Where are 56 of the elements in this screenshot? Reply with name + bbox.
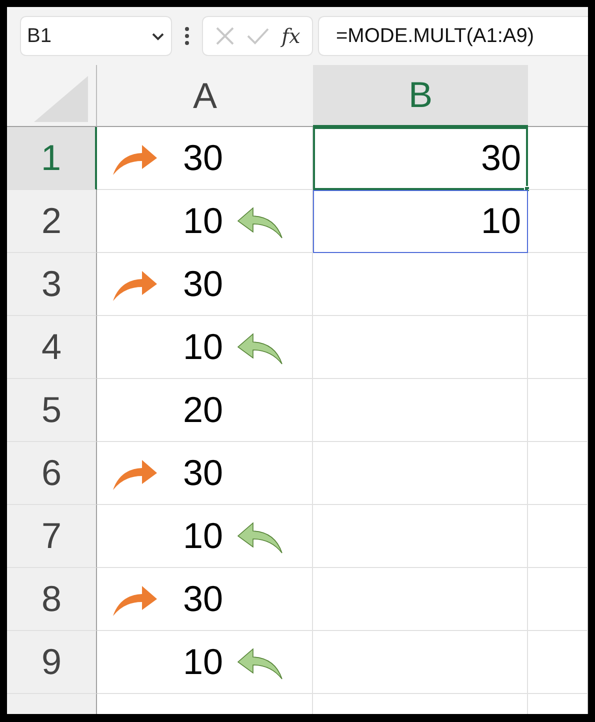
row-header[interactable]: 7 (7, 505, 97, 568)
table-cell[interactable] (528, 379, 588, 442)
select-all-button[interactable] (7, 65, 97, 127)
formula-field[interactable]: =MODE.MULT(A1:A9) (318, 16, 588, 56)
name-box[interactable]: B1 (20, 16, 172, 56)
cell-value: 10 (183, 203, 224, 239)
row-header[interactable]: 4 (7, 316, 97, 379)
table-cell[interactable] (528, 442, 588, 505)
table-cell[interactable] (528, 568, 588, 631)
table-cell[interactable] (528, 505, 588, 568)
cell-value: 30 (183, 140, 224, 176)
row-header[interactable]: 8 (7, 568, 97, 631)
table-cell[interactable] (313, 568, 528, 631)
cell-value: 30 (183, 581, 224, 617)
table-cell[interactable]: 10 (97, 316, 313, 379)
column-header[interactable]: A (97, 65, 313, 127)
table-cell[interactable]: 30 (97, 442, 313, 505)
table-cell[interactable] (313, 316, 528, 379)
cell-value: 10 (183, 644, 224, 680)
check-icon[interactable] (246, 27, 270, 45)
table-cell[interactable] (528, 253, 588, 316)
table-cell[interactable]: 30 (97, 568, 313, 631)
table-cell[interactable]: 10 (313, 190, 528, 253)
table-cell[interactable] (313, 505, 528, 568)
table-cell[interactable] (528, 190, 588, 253)
table-cell[interactable]: 30 (97, 127, 313, 190)
table-cell[interactable] (313, 379, 528, 442)
table-cell[interactable]: 10 (97, 190, 313, 253)
insert-function-button[interactable]: fx (282, 21, 300, 51)
table-cell[interactable]: 20 (97, 379, 313, 442)
table-cell[interactable] (528, 127, 588, 190)
table-cell[interactable]: 10 (97, 505, 313, 568)
row-header[interactable]: 9 (7, 631, 97, 694)
row-header[interactable]: 2 (7, 190, 97, 253)
table-cell[interactable] (313, 631, 528, 694)
cell-value: 30 (183, 266, 224, 302)
cell-value: 10 (183, 329, 224, 365)
column-header[interactable]: B (313, 65, 528, 127)
cell-value: 20 (183, 392, 224, 428)
table-cell[interactable]: 10 (97, 631, 313, 694)
table-cell[interactable] (528, 316, 588, 379)
row-header[interactable]: 6 (7, 442, 97, 505)
more-icon[interactable] (185, 27, 189, 45)
cell-value: 10 (183, 518, 224, 554)
row-header[interactable]: 3 (7, 253, 97, 316)
row-header[interactable]: 1 (7, 127, 97, 190)
table-cell[interactable] (313, 442, 528, 505)
table-cell[interactable]: 30 (97, 253, 313, 316)
dropdown-icon (151, 32, 165, 40)
cell-value: 30 (183, 455, 224, 491)
table-cell[interactable] (313, 253, 528, 316)
table-cell[interactable] (528, 631, 588, 694)
row-header[interactable]: 5 (7, 379, 97, 442)
cancel-icon[interactable] (214, 26, 235, 46)
column-header[interactable] (528, 65, 588, 127)
table-cell[interactable]: 30 (313, 127, 528, 190)
